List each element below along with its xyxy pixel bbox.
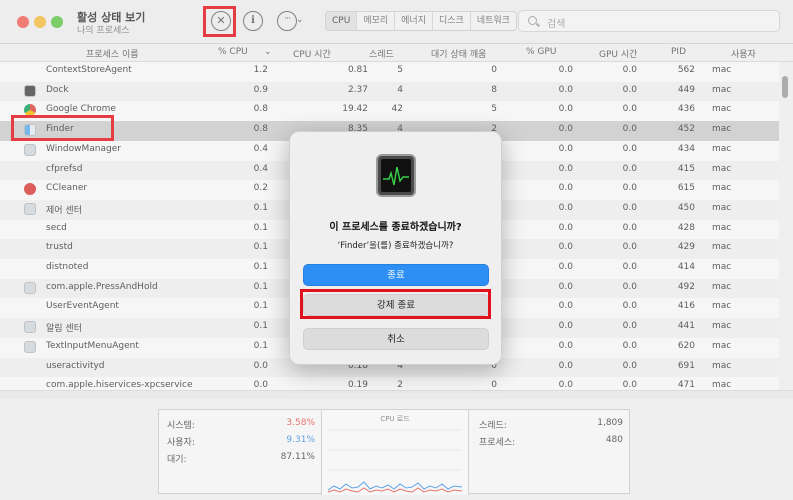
activity-monitor-icon [376,154,416,197]
activity-graph-glyph [383,166,409,186]
cancel-button[interactable]: 취소 [303,328,489,350]
force-quit-highlight-box [300,289,491,319]
quit-process-dialog: 이 프로세스를 종료하겠습니까? ‘Finder’을(를) 종료하겠습니까? 종… [289,131,502,365]
dialog-title: 이 프로세스를 종료하겠습니까? [329,222,462,233]
quit-button[interactable]: 종료 [303,264,489,286]
dialog-message: ‘Finder’을(를) 종료하겠습니까? [337,241,454,251]
